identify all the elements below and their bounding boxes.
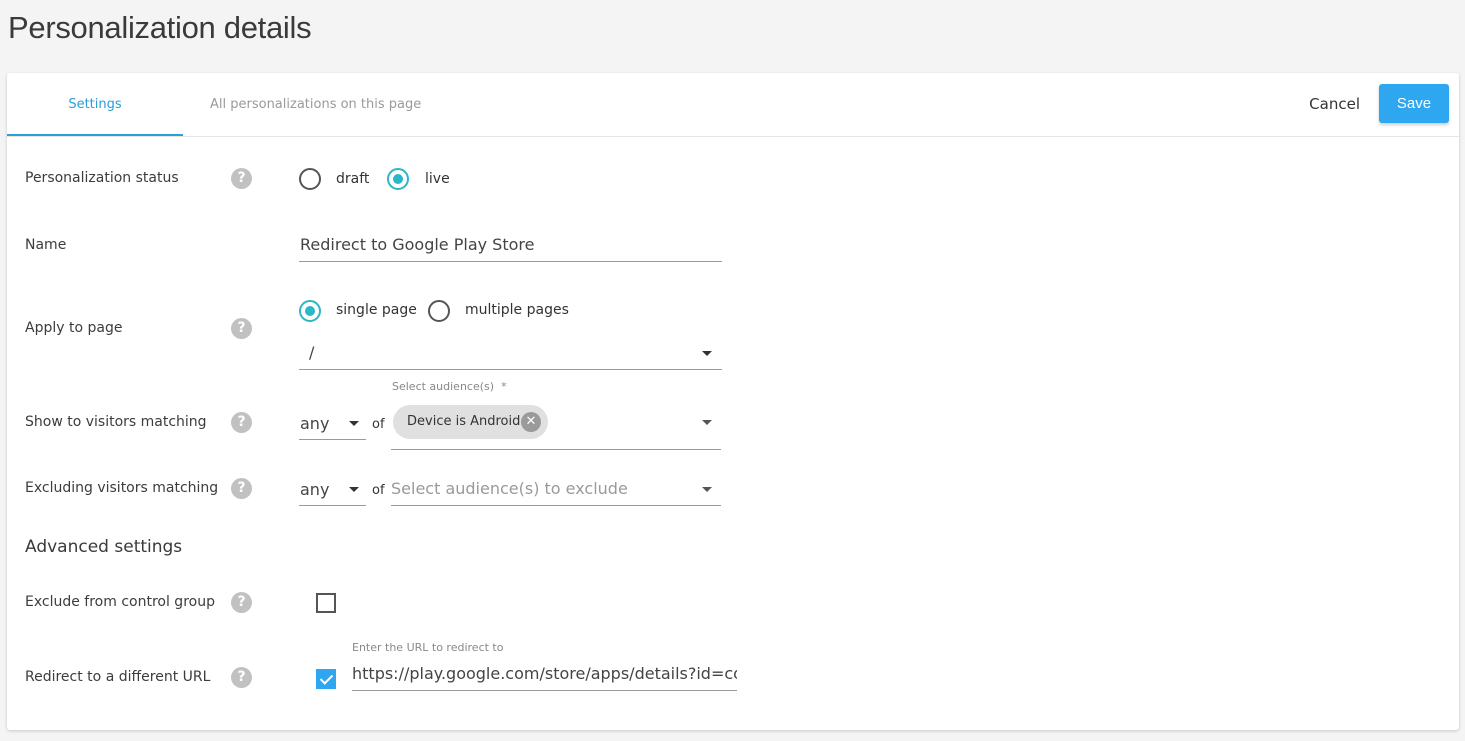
tab-bar: Settings All personalizations on this pa… xyxy=(7,73,1459,137)
show-of-text: of xyxy=(372,417,385,432)
status-label: Personalization status xyxy=(25,170,179,186)
apply-multiple-pages-radio[interactable] xyxy=(428,300,450,322)
name-value: Redirect to Google Play Store xyxy=(300,235,535,254)
exclude-label: Excluding visitors matching xyxy=(25,480,219,496)
show-match-value: any xyxy=(300,414,330,433)
audience-chip: Device is Android ✕ xyxy=(393,405,548,439)
apply-single-page-label: single page xyxy=(336,302,417,318)
redirect-url-value: https://play.google.com/store/apps/detai… xyxy=(352,664,737,683)
advanced-settings-title: Advanced settings xyxy=(25,537,183,557)
redirect-help-icon[interactable]: ? xyxy=(231,667,252,688)
chevron-down-icon xyxy=(702,487,712,492)
apply-help-icon[interactable]: ? xyxy=(231,318,252,339)
chevron-down-icon xyxy=(349,421,359,426)
audience-chip-label: Device is Android xyxy=(407,414,521,429)
save-button[interactable]: Save xyxy=(1379,84,1449,123)
page-select[interactable]: / xyxy=(299,335,722,370)
status-draft-radio[interactable] xyxy=(299,168,321,190)
show-help-icon[interactable]: ? xyxy=(231,412,252,433)
status-live-radio[interactable] xyxy=(387,168,409,190)
chevron-down-icon xyxy=(349,487,359,492)
apply-single-page-radio[interactable] xyxy=(299,300,321,322)
name-field[interactable]: Redirect to Google Play Store xyxy=(299,228,722,262)
status-live-label: live xyxy=(425,171,450,187)
exclude-match-select[interactable]: any xyxy=(299,472,366,506)
personalization-card: Settings All personalizations on this pa… xyxy=(7,73,1459,730)
redirect-url-field-label: Enter the URL to redirect to xyxy=(352,641,504,654)
show-label: Show to visitors matching xyxy=(25,414,207,430)
audience-select[interactable]: Device is Android ✕ xyxy=(391,399,721,450)
status-draft-label: draft xyxy=(336,171,370,187)
audience-field-label: Select audience(s) * xyxy=(392,380,507,393)
status-help-icon[interactable]: ? xyxy=(231,168,252,189)
control-group-help-icon[interactable]: ? xyxy=(231,592,252,613)
exclude-audience-placeholder: Select audience(s) to exclude xyxy=(391,479,628,498)
page-select-value: / xyxy=(309,343,315,362)
chevron-down-icon xyxy=(702,420,712,425)
chevron-down-icon xyxy=(702,351,712,356)
apply-label: Apply to page xyxy=(25,320,123,336)
exclude-match-value: any xyxy=(300,480,330,499)
show-match-select[interactable]: any xyxy=(299,406,366,440)
tab-settings[interactable]: Settings xyxy=(7,73,183,136)
exclude-audience-select[interactable]: Select audience(s) to exclude xyxy=(391,472,721,506)
redirect-url-input[interactable]: https://play.google.com/store/apps/detai… xyxy=(352,658,737,691)
name-label: Name xyxy=(25,237,67,253)
apply-multiple-pages-label: multiple pages xyxy=(465,302,569,318)
redirect-label: Redirect to a different URL xyxy=(25,669,211,685)
exclude-help-icon[interactable]: ? xyxy=(231,478,252,499)
exclude-of-text: of xyxy=(372,483,385,498)
page-title: Personalization details xyxy=(8,10,312,45)
tab-all-personalizations[interactable]: All personalizations on this page xyxy=(210,73,421,136)
control-group-checkbox[interactable] xyxy=(316,593,336,613)
control-group-label: Exclude from control group xyxy=(25,594,215,610)
remove-chip-icon[interactable]: ✕ xyxy=(521,412,541,432)
redirect-checkbox[interactable] xyxy=(316,669,336,689)
cancel-button[interactable]: Cancel xyxy=(1309,95,1360,113)
